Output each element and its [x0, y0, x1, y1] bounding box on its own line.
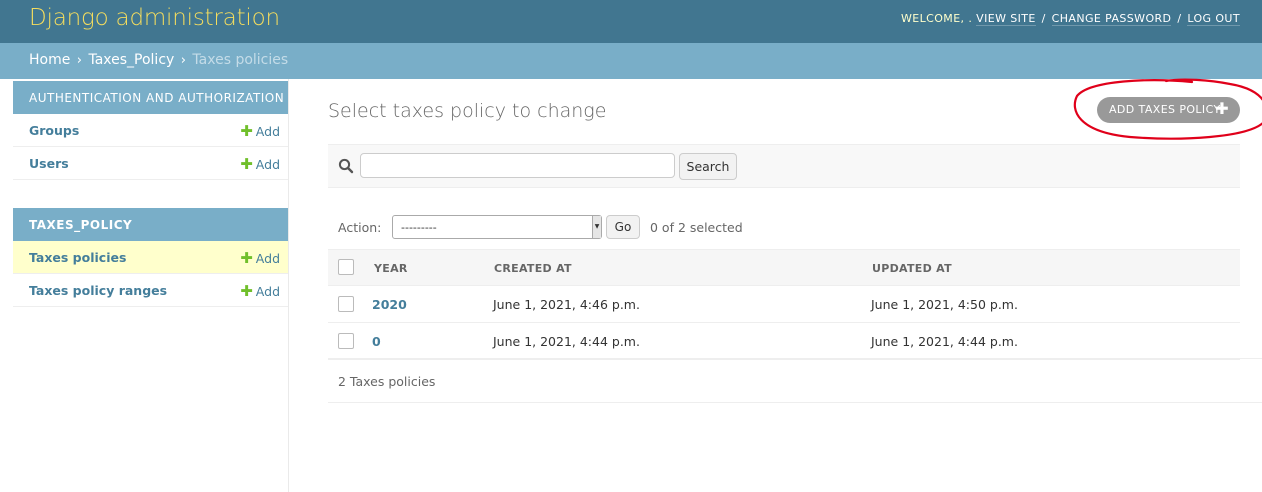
add-link-label: Add: [255, 284, 280, 299]
plus-icon: ✚: [240, 122, 253, 140]
table-row: 2020 June 1, 2021, 4:46 p.m. June 1, 202…: [328, 286, 1240, 323]
paginator: 2 Taxes policies: [328, 358, 1262, 403]
row-created-at: June 1, 2021, 4:46 p.m.: [493, 297, 640, 312]
table-row: 0 June 1, 2021, 4:44 p.m. June 1, 2021, …: [328, 323, 1240, 360]
breadcrumb-separator: ›: [76, 53, 82, 68]
sidebar-item-users: Users ✚ Add: [13, 147, 288, 180]
add-button-label: ADD TAXES POLICY: [1109, 103, 1221, 116]
module-taxes-policy: TAXES_POLICY Taxes policies ✚ Add Taxes p…: [13, 208, 288, 307]
module-auth: AUTHENTICATION AND AUTHORIZATION Groups …: [13, 81, 288, 180]
row-updated-at: June 1, 2021, 4:44 p.m.: [871, 334, 1018, 349]
breadcrumb-app[interactable]: Taxes_Policy: [88, 52, 174, 68]
sidebar-item-groups: Groups ✚ Add: [13, 114, 288, 147]
breadcrumb-home[interactable]: Home: [29, 52, 70, 68]
user-tools-separator: /: [1041, 12, 1046, 25]
breadcrumb-current: Taxes policies: [192, 52, 289, 68]
selected-count: 0 of 2 selected: [650, 220, 743, 235]
nav-sidebar: AUTHENTICATION AND AUTHORIZATION Groups …: [0, 79, 289, 492]
search-input[interactable]: [360, 153, 675, 178]
add-taxes-policy-ranges-link[interactable]: ✚ Add: [240, 282, 280, 300]
page-title: Select taxes policy to change: [328, 100, 607, 122]
sidebar-item-label[interactable]: Users: [29, 156, 69, 171]
search-button[interactable]: Search: [679, 153, 737, 180]
search-icon: [338, 158, 354, 174]
row-year-link[interactable]: 2020: [372, 297, 407, 312]
sidebar-item-taxes-policy-ranges: Taxes policy ranges ✚ Add: [13, 274, 288, 307]
header-bar: Django administration WELCOME, . VIEW SI…: [0, 0, 1262, 43]
action-selected-option: ---------: [401, 221, 437, 234]
row-updated-at: June 1, 2021, 4:50 p.m.: [871, 297, 1018, 312]
add-groups-link[interactable]: ✚ Add: [240, 122, 280, 140]
plus-icon: ✚: [1215, 99, 1229, 118]
sidebar-item-label[interactable]: Groups: [29, 123, 79, 138]
add-taxes-policy-button[interactable]: ADD TAXES POLICY ✚: [1097, 97, 1240, 123]
action-select[interactable]: --------- ▼: [392, 215, 602, 239]
select-all-checkbox[interactable]: [338, 259, 354, 275]
breadcrumb: Home › Taxes_Policy › Taxes policies: [0, 43, 1262, 79]
plus-icon: ✚: [240, 155, 253, 173]
row-checkbox[interactable]: [338, 296, 354, 312]
add-taxes-policies-link[interactable]: ✚ Add: [240, 249, 280, 267]
row-year-link[interactable]: 0: [372, 334, 381, 349]
column-header-created-at[interactable]: CREATED AT: [494, 262, 572, 275]
search-toolbar: Search: [328, 144, 1240, 188]
add-users-link[interactable]: ✚ Add: [240, 155, 280, 173]
sidebar-item-label[interactable]: Taxes policy ranges: [29, 283, 167, 298]
go-button[interactable]: Go: [606, 215, 640, 239]
table-header: YEAR CREATED AT UPDATED AT: [328, 249, 1240, 286]
log-out-link[interactable]: LOG OUT: [1187, 12, 1240, 26]
row-checkbox[interactable]: [338, 333, 354, 349]
site-branding[interactable]: Django administration: [29, 5, 280, 31]
change-password-link[interactable]: CHANGE PASSWORD: [1051, 12, 1172, 26]
actions-bar: Action: --------- ▼ Go 0 of 2 selected: [328, 213, 1240, 243]
add-link-label: Add: [255, 124, 280, 139]
module-caption-auth[interactable]: AUTHENTICATION AND AUTHORIZATION: [13, 81, 288, 114]
view-site-link[interactable]: VIEW SITE: [976, 12, 1036, 26]
sidebar-item-label[interactable]: Taxes policies: [29, 250, 126, 265]
sidebar-item-taxes-policies: Taxes policies ✚ Add: [13, 241, 288, 274]
row-created-at: June 1, 2021, 4:44 p.m.: [493, 334, 640, 349]
column-header-year[interactable]: YEAR: [374, 262, 408, 275]
result-table: YEAR CREATED AT UPDATED AT 2020 June 1, …: [328, 249, 1240, 360]
breadcrumb-separator: ›: [180, 53, 186, 68]
user-tools: WELCOME, . VIEW SITE / CHANGE PASSWORD /…: [901, 12, 1240, 26]
user-tools-separator: /: [1177, 12, 1182, 25]
add-link-label: Add: [255, 251, 280, 266]
plus-icon: ✚: [240, 249, 253, 267]
add-link-label: Add: [255, 157, 280, 172]
plus-icon: ✚: [240, 282, 253, 300]
action-label: Action:: [338, 220, 382, 235]
column-header-updated-at[interactable]: UPDATED AT: [872, 262, 952, 275]
welcome-text: WELCOME, .: [901, 12, 973, 25]
module-caption-taxes-policy[interactable]: TAXES_POLICY: [13, 208, 288, 241]
chevron-down-icon: ▼: [592, 216, 601, 238]
